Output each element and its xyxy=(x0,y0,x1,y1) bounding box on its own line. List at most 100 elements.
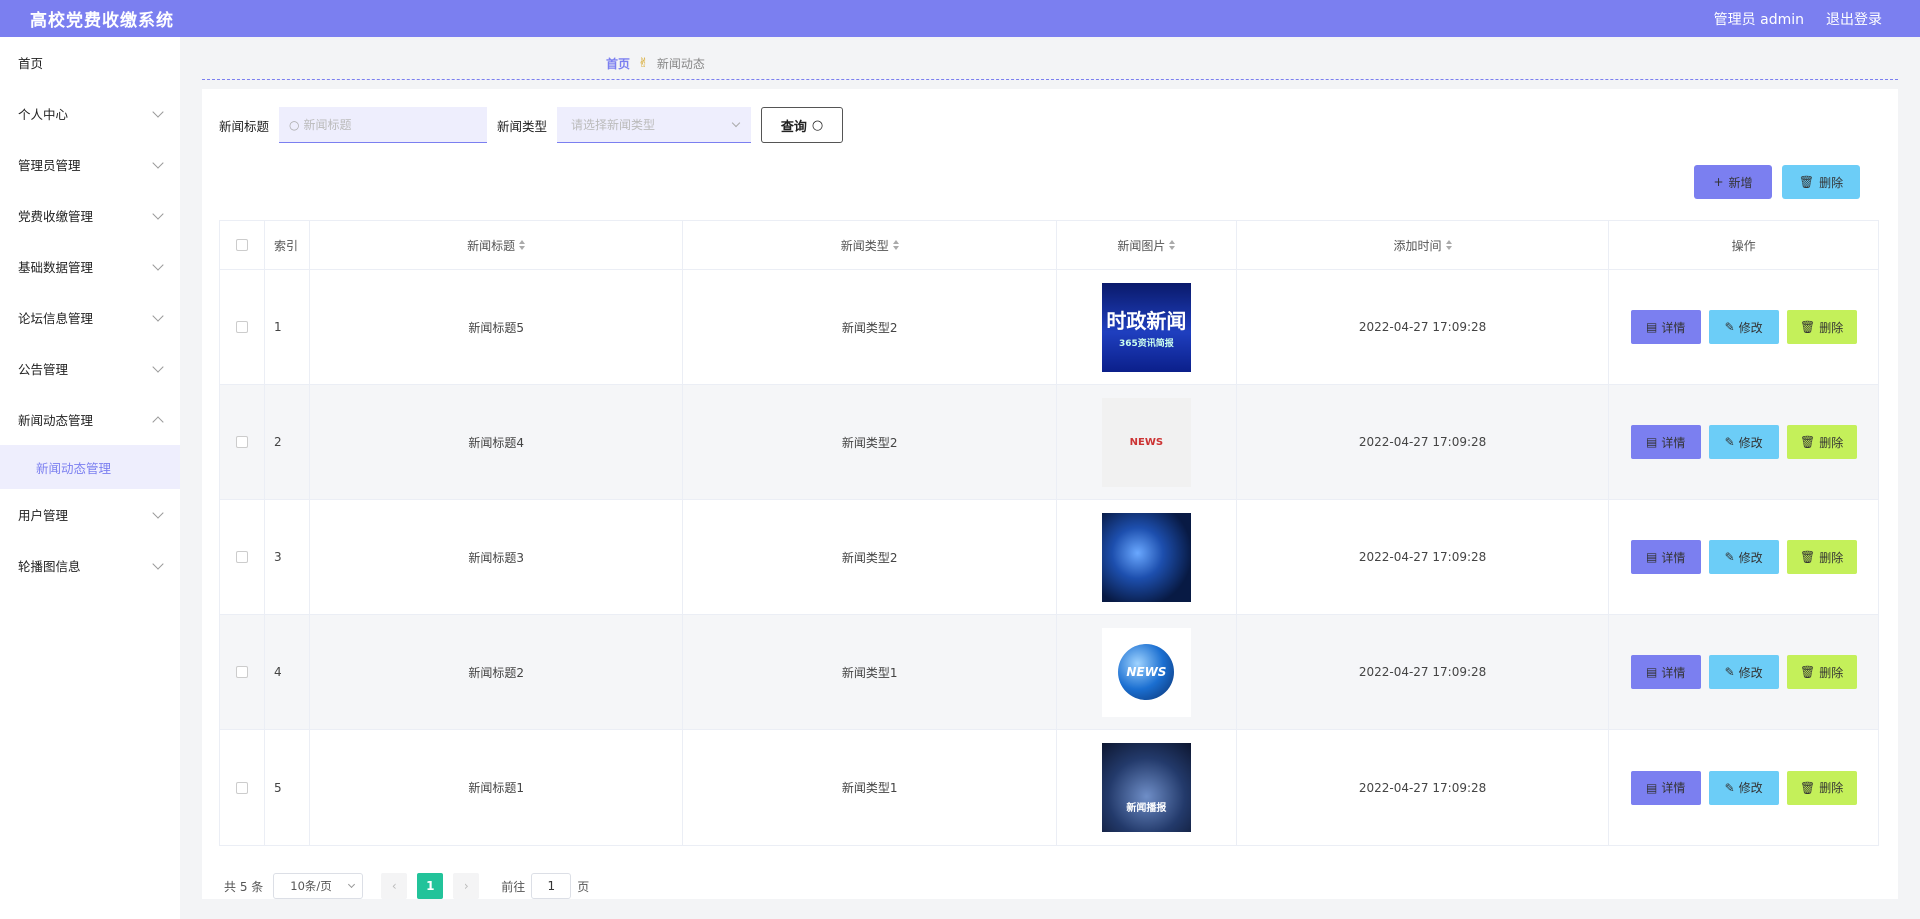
sidebar-item-notice[interactable]: 公告管理 xyxy=(0,343,180,394)
header-time-label: 添加时间 xyxy=(1393,238,1442,253)
sidebar-item-label: 管理员管理 xyxy=(18,158,81,173)
globe-icon: NEWS xyxy=(1118,644,1175,700)
sidebar-item-news[interactable]: 新闻动态管理 xyxy=(0,394,180,445)
pagination: 共 5 条 10条/页 ‹ 1 › 前往 1 页 xyxy=(224,873,589,899)
delete-button[interactable]: 🗑 删除 xyxy=(1786,425,1857,459)
sort-icon[interactable] xyxy=(1445,240,1452,250)
chevron-down-icon xyxy=(152,207,164,220)
title-search-input[interactable]: ○ 新闻标题 xyxy=(279,107,488,143)
toolbar: + 新增 🗑 删除 xyxy=(1694,165,1860,199)
delete-button[interactable]: 🗑 删除 xyxy=(1786,655,1857,689)
detail-button[interactable]: ▤ 详情 xyxy=(1630,425,1701,459)
page-number-button[interactable]: 1 xyxy=(417,873,444,899)
search-bar: 新闻标题 ○ 新闻标题 新闻类型 请选择新闻类型 查询 ○ xyxy=(219,106,844,144)
detail-button[interactable]: ▤ 详情 xyxy=(1630,540,1701,574)
row-title: 新闻标题2 xyxy=(310,615,684,729)
row-checkbox[interactable] xyxy=(235,666,248,678)
row-checkbox-cell xyxy=(220,385,265,499)
row-time: 2022-04-27 17:09:28 xyxy=(1237,730,1610,845)
sidebar-item-label: 公告管理 xyxy=(18,362,69,377)
delete-button[interactable]: 🗑 删除 xyxy=(1786,770,1857,805)
goto-suffix: 页 xyxy=(577,879,590,894)
title-search-placeholder: 新闻标题 xyxy=(303,118,352,132)
header-image[interactable]: 新闻图片 xyxy=(1057,221,1237,269)
sort-icon[interactable] xyxy=(519,240,526,250)
pencil-icon: ✎ xyxy=(1724,435,1735,449)
detail-button[interactable]: ▤ 详情 xyxy=(1630,310,1701,344)
row-title: 新闻标题1 xyxy=(310,730,684,845)
title-filter-label: 新闻标题 xyxy=(219,118,270,134)
news-thumbnail[interactable]: 新闻播报 xyxy=(1101,743,1191,832)
delete-button[interactable]: 🗑 删除 xyxy=(1786,310,1857,344)
sidebar-item-carousel[interactable]: 轮播图信息 xyxy=(0,540,180,591)
sidebar: 首页 个人中心 管理员管理 党费收缴管理 基础数据管理 论坛信息管理 公告管理 … xyxy=(0,37,180,919)
chevron-down-icon xyxy=(152,506,164,519)
detail-button[interactable]: ▤ 详情 xyxy=(1630,655,1701,689)
row-checkbox[interactable] xyxy=(235,781,248,794)
row-checkbox-cell xyxy=(220,615,265,729)
document-icon: ▤ xyxy=(1645,780,1658,795)
row-checkbox-cell xyxy=(220,270,265,384)
trash-icon: 🗑 xyxy=(1800,780,1816,795)
batch-delete-label: 删除 xyxy=(1819,175,1844,190)
search-icon: ○ xyxy=(289,117,300,132)
row-checkbox[interactable] xyxy=(235,436,248,448)
logout-link[interactable]: 退出登录 xyxy=(1826,9,1882,29)
header-time[interactable]: 添加时间 xyxy=(1237,221,1610,269)
edit-button[interactable]: ✎ 修改 xyxy=(1708,540,1779,574)
header-title[interactable]: 新闻标题 xyxy=(310,221,684,269)
add-button-label: 新增 xyxy=(1728,175,1753,190)
delete-label: 删除 xyxy=(1819,781,1844,795)
sidebar-item-admin-management[interactable]: 管理员管理 xyxy=(0,139,180,190)
query-button-label: 查询 xyxy=(780,119,807,135)
query-button[interactable]: 查询 ○ xyxy=(761,107,844,143)
news-thumbnail[interactable] xyxy=(1101,512,1191,602)
header-title-label: 新闻标题 xyxy=(467,238,516,253)
news-thumbnail[interactable]: NEWS xyxy=(1101,397,1191,487)
header-index: 索引 xyxy=(265,221,310,269)
row-actions: ▤ 详情 ✎ 修改 🗑 删除 xyxy=(1609,615,1878,729)
page-size-select[interactable]: 10条/页 xyxy=(273,873,364,899)
sidebar-item-forum[interactable]: 论坛信息管理 xyxy=(0,292,180,343)
chevron-down-icon xyxy=(152,105,164,118)
select-all-checkbox[interactable] xyxy=(235,239,248,251)
sort-icon[interactable] xyxy=(1169,240,1176,250)
sort-icon[interactable] xyxy=(892,240,899,250)
header-type[interactable]: 新闻类型 xyxy=(683,221,1057,269)
detail-button[interactable]: ▤ 详情 xyxy=(1630,770,1701,805)
thumbnail-text: 时政新闻 xyxy=(1106,309,1187,333)
prev-page-button[interactable]: ‹ xyxy=(381,873,408,899)
edit-label: 修改 xyxy=(1738,781,1763,795)
news-thumbnail[interactable]: 时政新闻 365资讯简报 xyxy=(1101,282,1191,372)
row-checkbox[interactable] xyxy=(235,551,248,563)
admin-user-label[interactable]: 管理员 admin xyxy=(1714,9,1804,29)
breadcrumb-home[interactable]: 首页 xyxy=(606,55,630,72)
delete-button[interactable]: 🗑 删除 xyxy=(1786,540,1857,574)
edit-button[interactable]: ✎ 修改 xyxy=(1708,770,1779,805)
row-time: 2022-04-27 17:09:28 xyxy=(1237,615,1610,729)
sidebar-item-label: 党费收缴管理 xyxy=(18,209,94,224)
sidebar-item-home[interactable]: 首页 xyxy=(0,37,180,88)
sidebar-subitem-news-management[interactable]: 新闻动态管理 xyxy=(0,445,180,489)
trash-icon: 🗑 xyxy=(1798,175,1815,189)
table-row: 4 新闻标题2 新闻类型1 NEWS 2022-04-27 17:09:28 ▤… xyxy=(220,615,1878,730)
row-title: 新闻标题3 xyxy=(310,500,684,614)
row-type: 新闻类型1 xyxy=(683,615,1057,729)
type-select[interactable]: 请选择新闻类型 xyxy=(557,107,752,143)
add-button[interactable]: + 新增 xyxy=(1694,165,1772,199)
batch-delete-button[interactable]: 🗑 删除 xyxy=(1782,165,1860,199)
news-thumbnail[interactable]: NEWS xyxy=(1101,627,1191,717)
app-title: 高校党费收缴系统 xyxy=(30,11,174,31)
sidebar-item-basic-data[interactable]: 基础数据管理 xyxy=(0,241,180,292)
sidebar-item-users[interactable]: 用户管理 xyxy=(0,489,180,540)
sidebar-item-personal-center[interactable]: 个人中心 xyxy=(0,88,180,139)
edit-button[interactable]: ✎ 修改 xyxy=(1708,310,1779,344)
pencil-icon: ✎ xyxy=(1724,320,1735,334)
row-checkbox[interactable] xyxy=(235,321,248,333)
sidebar-item-dues-management[interactable]: 党费收缴管理 xyxy=(0,190,180,241)
row-time: 2022-04-27 17:09:28 xyxy=(1237,500,1610,614)
goto-page-input[interactable]: 1 xyxy=(531,873,572,899)
edit-button[interactable]: ✎ 修改 xyxy=(1708,655,1779,689)
edit-button[interactable]: ✎ 修改 xyxy=(1708,425,1779,459)
next-page-button[interactable]: › xyxy=(453,873,480,899)
